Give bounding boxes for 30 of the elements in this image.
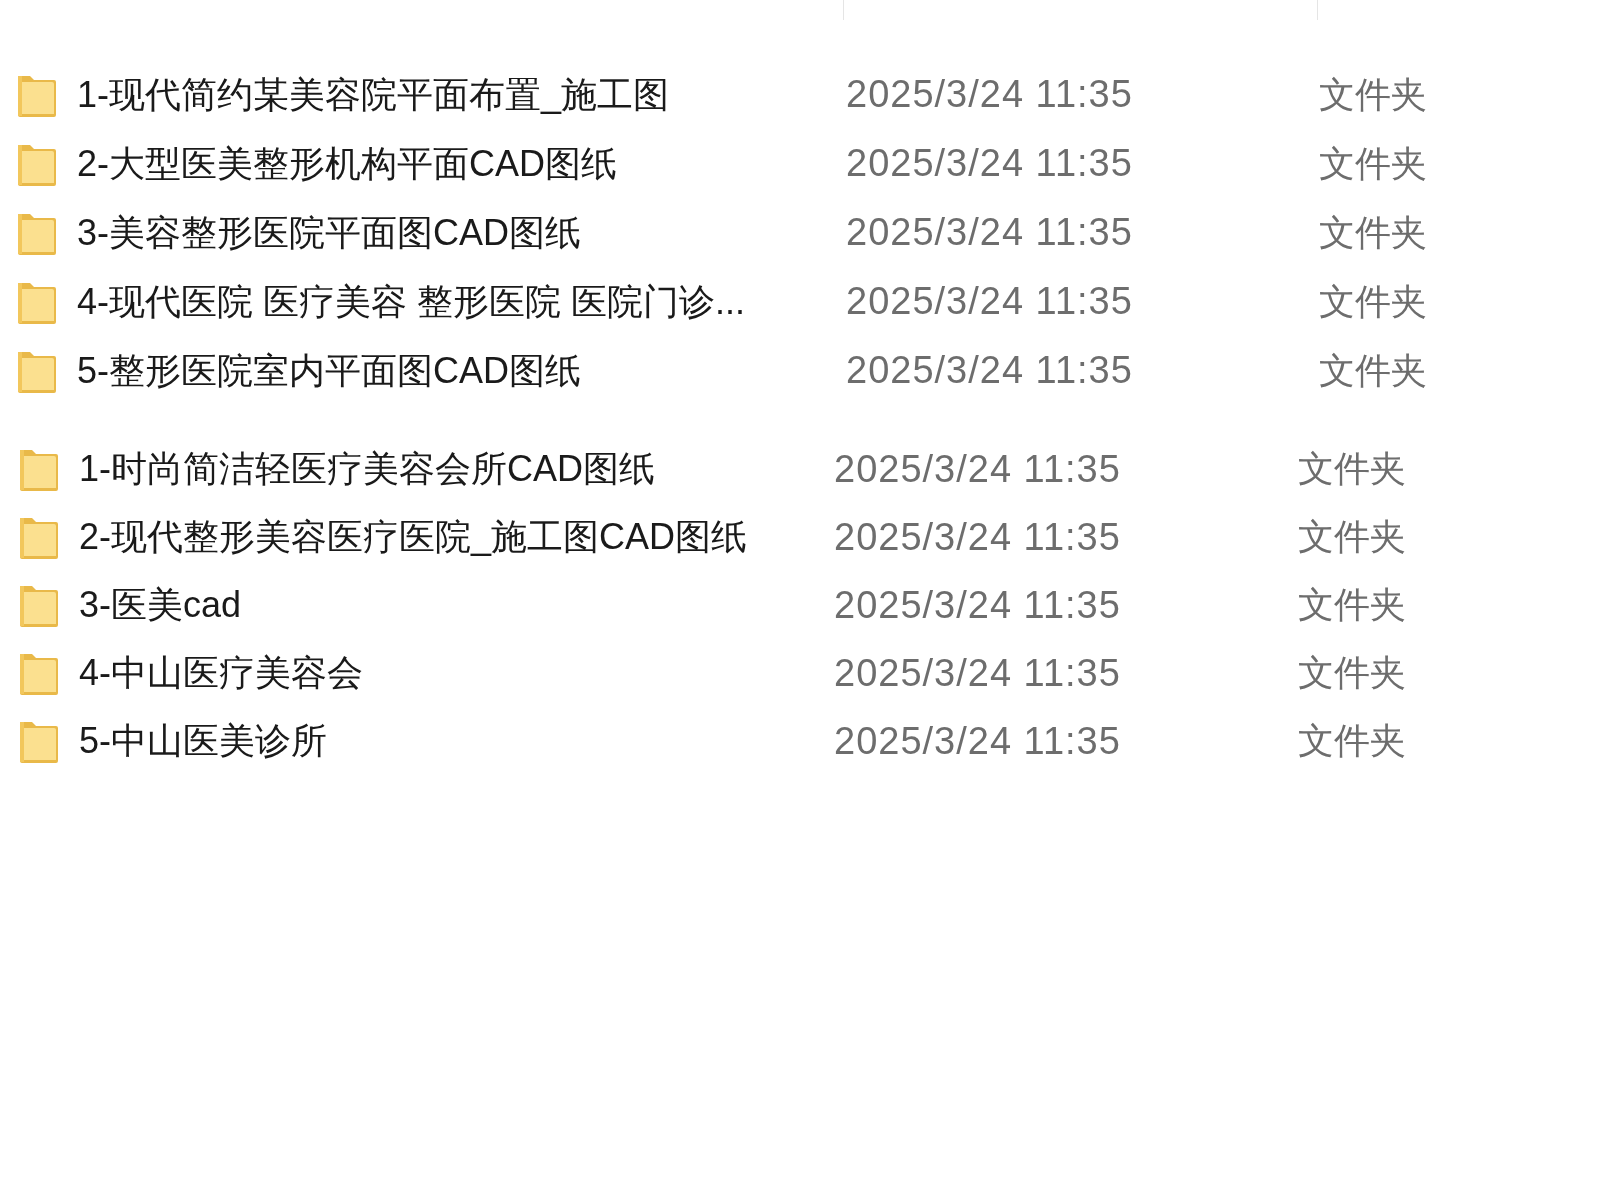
folder-name[interactable]: 1-时尚简洁轻医疗美容会所CAD图纸 bbox=[79, 448, 656, 489]
modified-date: 2025/3/24 11:35 bbox=[846, 211, 1133, 253]
modified-date: 2025/3/24 11:35 bbox=[834, 651, 1121, 694]
modified-date: 2025/3/24 11:35 bbox=[834, 447, 1121, 490]
folder-name[interactable]: 4-中山医疗美容会 bbox=[79, 652, 363, 693]
item-type: 文件夹 bbox=[1319, 72, 1427, 117]
item-type: 文件夹 bbox=[1319, 348, 1427, 393]
item-type: 文件夹 bbox=[1298, 515, 1406, 559]
item-type: 文件夹 bbox=[1298, 583, 1406, 627]
item-type: 文件夹 bbox=[1319, 279, 1427, 324]
modified-date: 2025/3/24 11:35 bbox=[846, 73, 1133, 115]
folder-name[interactable]: 3-美容整形医院平面图CAD图纸 bbox=[77, 211, 582, 253]
folder-name[interactable]: 2-现代整形美容医疗医院_施工图CAD图纸 bbox=[79, 516, 748, 557]
modified-date: 2025/3/24 11:35 bbox=[834, 719, 1121, 762]
modified-date: 2025/3/24 11:35 bbox=[834, 583, 1121, 626]
folder-name[interactable]: 1-现代简约某美容院平面布置_施工图 bbox=[77, 73, 670, 115]
item-type: 文件夹 bbox=[1298, 651, 1406, 695]
modified-date: 2025/3/24 11:35 bbox=[846, 349, 1133, 391]
modified-date: 2025/3/24 11:35 bbox=[834, 515, 1121, 558]
item-type: 文件夹 bbox=[1298, 447, 1406, 491]
folder-name[interactable]: 3-医美cad bbox=[79, 584, 242, 625]
modified-date: 2025/3/24 11:35 bbox=[846, 142, 1133, 184]
folder-name[interactable]: 4-现代医院 医疗美容 整形医院 医院门诊... bbox=[77, 280, 746, 322]
folder-name[interactable]: 2-大型医美整形机构平面CAD图纸 bbox=[77, 142, 618, 184]
folder-name[interactable]: 5-中山医美诊所 bbox=[79, 720, 327, 761]
item-type: 文件夹 bbox=[1298, 719, 1406, 763]
folder-name[interactable]: 5-整形医院室内平面图CAD图纸 bbox=[77, 349, 582, 391]
modified-date: 2025/3/24 11:35 bbox=[846, 280, 1133, 322]
item-type: 文件夹 bbox=[1319, 210, 1427, 255]
item-type: 文件夹 bbox=[1319, 141, 1427, 186]
